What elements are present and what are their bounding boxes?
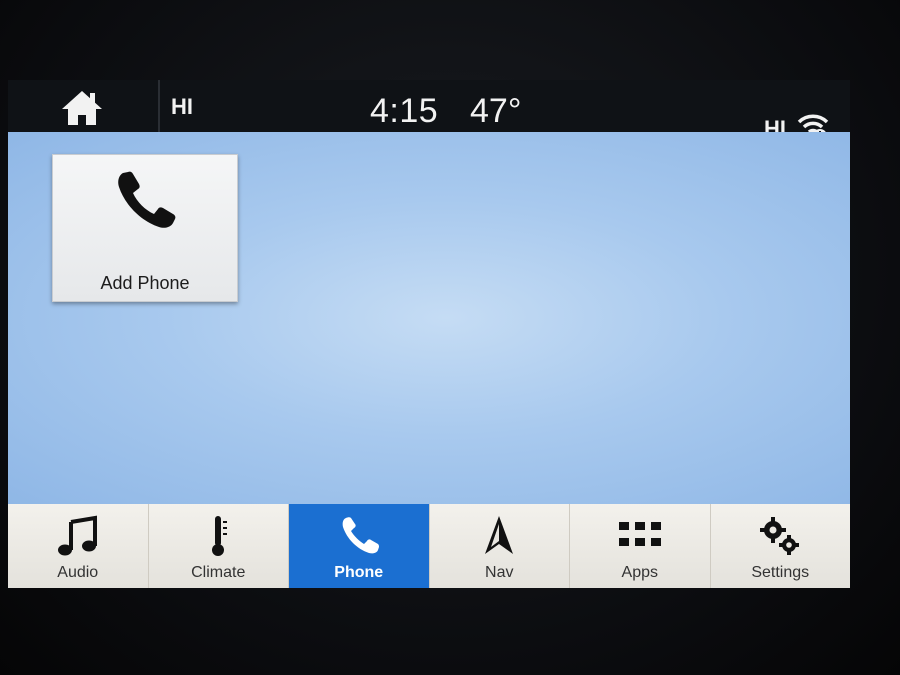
phone-icon [118,171,176,228]
outside-temperature: 47° [470,92,522,130]
status-divider [158,80,160,132]
bottom-nav-bar: Audio Climate Phone Nav Apps Settings [8,504,850,588]
add-phone-label: Add Phone [100,273,190,293]
music-note-icon [57,515,97,556]
sync-screen: HI 4:15 47° HI Add Phone Audio Climate P… [8,80,850,588]
nav-label-climate: Climate [191,564,246,581]
apps-grid-icon [618,522,661,546]
nav-label-settings: Settings [751,564,810,581]
nav-item-nav[interactable]: Nav [430,504,570,588]
thermometer-icon [212,516,228,556]
home-icon [62,91,102,125]
navigation-arrow-icon [485,516,514,554]
nav-label-nav: Nav [485,564,514,581]
gears-icon [760,517,800,555]
add-phone-tile[interactable]: Add Phone [52,154,238,302]
home-content-area: Add Phone [8,132,850,504]
nav-label-audio: Audio [57,564,99,581]
clock: 4:15 [370,92,439,130]
nav-item-phone[interactable]: Phone [289,504,430,588]
phone-icon [342,517,379,554]
nav-item-climate[interactable]: Climate [149,504,289,588]
nav-item-settings[interactable]: Settings [711,504,851,588]
home-button[interactable] [54,86,110,130]
nav-label-phone: Phone [334,564,384,581]
nav-item-audio[interactable]: Audio [8,504,149,588]
status-bar: HI 4:15 47° HI [8,80,850,143]
driver-temp-setting[interactable]: HI [171,94,193,120]
nav-label-apps: Apps [621,564,658,581]
nav-item-apps[interactable]: Apps [570,504,711,588]
